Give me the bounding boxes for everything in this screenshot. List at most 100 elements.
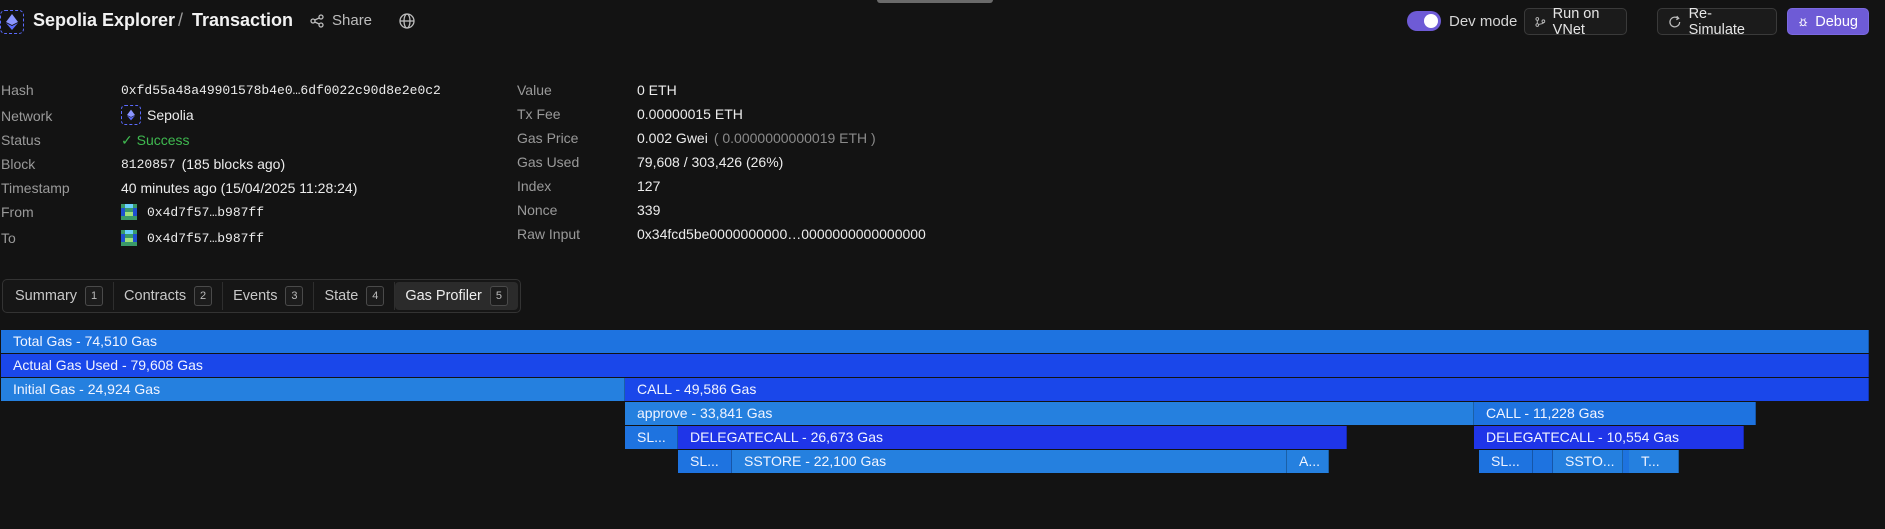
run-on-vnet-button[interactable]: Run on VNet: [1524, 6, 1627, 38]
flame-bar-sstore[interactable]: SSTORE - 22,100 Gas: [732, 450, 1287, 473]
flame-bar-approve[interactable]: approve - 33,841 Gas: [625, 402, 1474, 425]
status-badge: ✓ Success: [121, 131, 190, 148]
from-label-row: From: [1, 202, 34, 222]
tab-shortcut: 1: [85, 286, 104, 306]
tab-events[interactable]: Events 3: [223, 282, 315, 310]
gasused-value: 79,608 / 303,426 (26%): [637, 154, 784, 170]
flame-bar-sload-3[interactable]: SL...: [1479, 450, 1533, 473]
tab-label: Gas Profiler: [405, 288, 482, 304]
debug-button[interactable]: Debug: [1787, 8, 1869, 35]
network-label: Network: [1, 108, 53, 124]
tab-label: Contracts: [124, 288, 187, 304]
tab-state[interactable]: State 4: [314, 282, 396, 310]
timestamp-value-row: 40 minutes ago (15/04/2025 11:28:24): [121, 178, 357, 198]
flame-bar-call-2[interactable]: CALL - 11,228 Gas: [1474, 402, 1756, 425]
index-value-row: 127: [637, 176, 660, 196]
gasused-label-row: Gas Used: [517, 152, 579, 172]
block-ago: (185 blocks ago): [181, 156, 286, 172]
drawer-handle[interactable]: [877, 0, 993, 3]
sepolia-network-icon: [121, 105, 141, 125]
flame-bar-call[interactable]: CALL - 49,586 Gas: [625, 378, 1869, 401]
flame-bar-actual-gas[interactable]: Actual Gas Used - 79,608 Gas: [1, 354, 1869, 377]
nonce-label-row: Nonce: [517, 200, 557, 220]
block-label-row: Block: [1, 154, 35, 174]
block-label: Block: [1, 156, 36, 172]
gasprice-label: Gas Price: [517, 130, 579, 146]
gasprice-value-row: 0.002 Gwei ( 0.0000000000019 ETH ): [637, 128, 876, 148]
hash-value-row: 0xfd55a48a49901578b4e0…6df0022c90d8e2e0c…: [121, 80, 441, 100]
from-label: From: [1, 204, 34, 220]
txfee-value: 0.00000015 ETH: [637, 106, 743, 122]
globe-icon[interactable]: [398, 12, 416, 30]
txfee-value-row: 0.00000015 ETH: [637, 104, 743, 124]
status-label: Status: [1, 132, 41, 148]
dev-mode-toggle[interactable]: [1407, 11, 1441, 31]
tab-shortcut: 3: [285, 286, 304, 306]
tab-shortcut: 2: [194, 286, 213, 306]
nonce-value-row: 339: [637, 200, 660, 220]
page-title: Transaction: [192, 10, 294, 30]
app-title[interactable]: Sepolia Explorer: [33, 10, 175, 31]
to-avatar-icon: [121, 230, 137, 246]
rawinput-value[interactable]: 0x34fcd5be0000000000…0000000000000000: [637, 226, 926, 242]
ethereum-logo-icon: [0, 10, 24, 34]
tab-summary[interactable]: Summary 1: [5, 282, 115, 310]
dev-mode-control: Dev mode: [1407, 11, 1517, 31]
flame-bar-delegatecall-2[interactable]: DELEGATECALL - 10,554 Gas: [1474, 426, 1744, 449]
refresh-icon: [1669, 15, 1681, 27]
hash-value[interactable]: 0xfd55a48a49901578b4e0…6df0022c90d8e2e0c…: [121, 83, 441, 98]
timestamp-label: Timestamp: [1, 180, 70, 196]
nonce-label: Nonce: [517, 202, 558, 218]
gasprice-eth: ( 0.0000000000019 ETH ): [713, 130, 876, 146]
from-address[interactable]: 0x4d7f57…b987ff: [147, 205, 264, 220]
flame-bar-a[interactable]: A...: [1287, 450, 1329, 473]
flame-bar-sstore-2[interactable]: SSTO...: [1553, 450, 1623, 473]
flame-bar-delegatecall[interactable]: DELEGATECALL - 26,673 Gas: [678, 426, 1347, 449]
to-label-row: To: [1, 228, 16, 248]
rawinput-label: Raw Input: [517, 226, 581, 242]
from-value-row: 0x4d7f57…b987ff: [121, 202, 264, 222]
tab-bar: Summary 1 Contracts 2 Events 3 State 4 Gas P…: [2, 279, 521, 313]
txfee-label-row: Tx Fee: [517, 104, 561, 124]
value-value: 0 ETH: [637, 82, 677, 98]
flame-bar-t[interactable]: T...: [1629, 450, 1679, 473]
tab-label: Events: [233, 288, 278, 304]
index-label: Index: [517, 178, 552, 194]
tab-gas-profiler[interactable]: Gas Profiler 5: [395, 282, 518, 310]
resimulate-button[interactable]: Re-Simulate: [1657, 5, 1777, 38]
flame-bar-sload-2[interactable]: SL...: [678, 450, 732, 473]
to-address[interactable]: 0x4d7f57…b987ff: [147, 231, 264, 246]
debug-label: Debug: [1815, 13, 1858, 30]
resimulate-label: Re-Simulate: [1688, 5, 1745, 38]
network-value-row: Sepolia: [121, 105, 194, 125]
dev-mode-label: Dev mode: [1449, 12, 1518, 30]
from-avatar-icon: [121, 204, 137, 220]
block-value-row: 8120857 (185 blocks ago): [121, 154, 285, 174]
tab-contracts[interactable]: Contracts 2: [114, 282, 224, 310]
tab-shortcut: 5: [489, 286, 508, 306]
network-value: Sepolia: [147, 107, 194, 123]
gasused-value-row: 79,608 / 303,426 (26%): [637, 152, 783, 172]
rawinput-value-row: 0x34fcd5be0000000000…0000000000000000: [637, 224, 926, 244]
nonce-value: 339: [637, 202, 661, 218]
share-label: Share: [332, 12, 373, 29]
branch-icon: [1535, 16, 1546, 27]
to-value-row: 0x4d7f57…b987ff: [121, 228, 264, 248]
tab-shortcut: 4: [366, 286, 385, 306]
share-button[interactable]: Share: [310, 12, 372, 29]
to-label: To: [1, 230, 16, 246]
status-value-row: ✓ Success: [121, 130, 190, 150]
timestamp-label-row: Timestamp: [1, 178, 70, 198]
hash-label: Hash: [1, 82, 34, 98]
tab-label: Summary: [15, 288, 78, 304]
flame-bar-sload[interactable]: SL...: [625, 426, 678, 449]
timestamp-value: 40 minutes ago (15/04/2025 11:28:24): [121, 180, 358, 196]
gasused-label: Gas Used: [517, 154, 580, 170]
flame-bar-total-gas[interactable]: Total Gas - 74,510 Gas: [1, 330, 1869, 353]
txfee-label: Tx Fee: [517, 106, 561, 122]
flame-bar-initial-gas[interactable]: Initial Gas - 24,924 Gas: [1, 378, 625, 401]
block-number[interactable]: 8120857: [121, 157, 176, 172]
flame-bar-small[interactable]: [1533, 450, 1553, 473]
share-icon: [310, 13, 324, 28]
hash-row: Hash: [1, 80, 34, 100]
